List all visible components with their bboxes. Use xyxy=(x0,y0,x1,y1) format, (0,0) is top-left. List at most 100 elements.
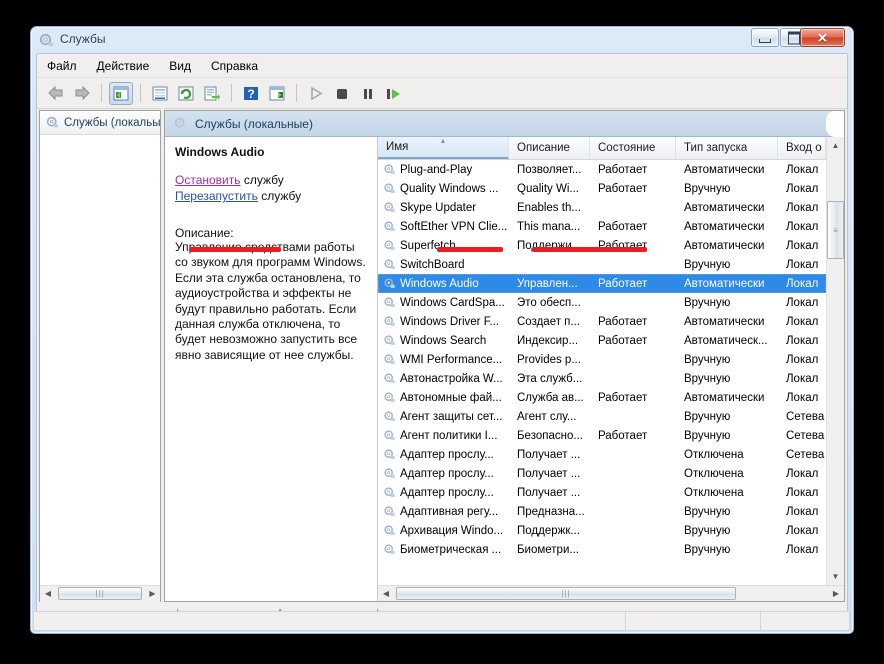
minimize-icon xyxy=(759,38,771,43)
listview-hscroll-thumb[interactable]: ||| xyxy=(396,586,736,600)
tree-horizontal-scrollbar[interactable]: ◀ ||| ▶ xyxy=(40,585,161,602)
stop-service-suffix: службу xyxy=(240,173,284,187)
refresh-icon[interactable] xyxy=(174,82,198,105)
cell-startup: Автоматически xyxy=(684,315,765,328)
cell-desc: Управлен... xyxy=(517,277,578,290)
cell-startup: Автоматически xyxy=(684,239,765,252)
cell-name: Адаптер прослу... xyxy=(378,448,509,461)
close-button[interactable]: ✕ xyxy=(800,28,845,47)
table-row[interactable]: Windows Audio Управлен... Работает Автомати… xyxy=(378,274,826,293)
status-bar xyxy=(33,611,851,631)
table-row[interactable]: Quality Windows ... Quality Wi... Работает… xyxy=(378,179,826,198)
cell-desc: Это обесп... xyxy=(517,296,581,309)
scroll-right-icon[interactable]: ▶ xyxy=(828,585,844,601)
pause-service-icon[interactable] xyxy=(356,82,380,105)
tree-hscroll-track[interactable]: ||| xyxy=(56,585,145,602)
table-row[interactable]: Биометрическая ... Биометри... Вручную Лока… xyxy=(378,540,826,559)
table-row[interactable]: SwitchBoard Вручную Локал xyxy=(378,255,826,274)
service-gear-icon xyxy=(384,240,395,250)
selected-service-name: Windows Audio xyxy=(175,145,265,159)
column-header-4[interactable]: Вход о xyxy=(778,137,826,159)
description-text: Управление средствами работы со звуком д… xyxy=(175,240,366,362)
cell-startup: Автоматически xyxy=(684,220,765,233)
table-row[interactable]: Plug-and-Play Позволяет... Работает Автомат… xyxy=(378,160,826,179)
listview-horizontal-scrollbar[interactable]: ◀ ||| ▶ xyxy=(378,585,844,601)
export-list-icon[interactable] xyxy=(200,82,224,105)
listview-hscroll-track[interactable]: ||| xyxy=(394,585,828,601)
menu-item-help[interactable]: Справка xyxy=(211,59,258,73)
column-header-2[interactable]: Состояние xyxy=(590,137,676,159)
cell-name: Адаптер прослу... xyxy=(378,486,509,499)
table-row[interactable]: Адаптер прослу... Получает ... Отключена Ло… xyxy=(378,483,826,502)
table-row[interactable]: Автонастройка W... Эта служб... Вручную Лок… xyxy=(378,369,826,388)
services-gear-icon xyxy=(46,116,59,128)
cell-startup: Вручную xyxy=(684,505,731,518)
stop-service-link[interactable]: Остановить xyxy=(175,173,241,187)
cell-desc: Получает ... xyxy=(517,448,581,461)
menu-item-action[interactable]: Действие xyxy=(97,59,150,73)
tree-root-label[interactable]: Службы (локальы xyxy=(64,117,160,129)
table-row[interactable]: Windows CardSpa... Это обесп... Вручную Лок… xyxy=(378,293,826,312)
minimize-button[interactable] xyxy=(751,28,779,47)
table-row[interactable]: Адаптер прослу... Получает ... Отключена Ло… xyxy=(378,464,826,483)
cell-startup: Вручную xyxy=(684,524,731,537)
service-name-text: Windows Audio xyxy=(400,277,479,290)
table-row[interactable]: Автономные фай... Служба ав... Работает Авт… xyxy=(378,388,826,407)
back-icon[interactable] xyxy=(44,82,68,105)
cell-desc: Служба ав... xyxy=(517,391,584,404)
service-gear-icon xyxy=(384,316,395,326)
restart-service-icon[interactable] xyxy=(382,82,406,105)
table-row[interactable]: Superfetch Поддержи... Работает Автоматичес… xyxy=(378,236,826,255)
service-name-text: Windows CardSpa... xyxy=(400,296,505,309)
column-header-1[interactable]: Описание xyxy=(509,137,590,159)
table-row[interactable]: Windows Driver F... Создает п... Работает А… xyxy=(378,312,826,331)
table-row[interactable]: WMI Performance... Provides p... Вручную Ло… xyxy=(378,350,826,369)
menu-item-view[interactable]: Вид xyxy=(169,59,191,73)
service-gear-icon xyxy=(384,411,395,421)
table-row[interactable]: Архивация Windo... Поддержк... Вручную Лока… xyxy=(378,521,826,540)
cell-name: Windows Search xyxy=(378,334,509,347)
cell-logon: Локал xyxy=(786,391,819,404)
table-row[interactable]: Адаптивная регу... Предназна... Вручную Лок… xyxy=(378,502,826,521)
menu-bar: Файл Действие Вид Справка xyxy=(37,54,847,78)
scroll-left-icon[interactable]: ◀ xyxy=(40,585,56,602)
cell-logon: Локал xyxy=(786,543,819,556)
column-header-0[interactable]: Имя ▲ xyxy=(378,137,509,159)
listview-vertical-scrollbar[interactable]: ▲ ≡ ▼ xyxy=(826,137,844,585)
properties-icon[interactable] xyxy=(148,82,172,105)
cell-logon: Локал xyxy=(786,524,819,537)
scroll-down-icon[interactable]: ▼ xyxy=(827,568,844,585)
service-name-text: Агент политики I... xyxy=(400,429,498,442)
restart-service-suffix: службу xyxy=(257,189,302,203)
menu-item-file[interactable]: Файл xyxy=(47,59,77,73)
table-row[interactable]: Skype Updater Enables th... Автоматически Л… xyxy=(378,198,826,217)
table-row[interactable]: Windows Search Индексир... Работает Автомат… xyxy=(378,331,826,350)
stop-service-icon[interactable] xyxy=(330,82,354,105)
scroll-right-icon[interactable]: ▶ xyxy=(144,585,161,602)
scroll-left-icon[interactable]: ◀ xyxy=(378,585,394,601)
table-row[interactable]: Агент защиты сет... Агент слу... Вручную Се… xyxy=(378,407,826,426)
help-icon[interactable]: ? xyxy=(239,82,263,105)
column-header-3[interactable]: Тип запуска xyxy=(676,137,778,159)
show-hide-tree-icon[interactable] xyxy=(109,81,133,105)
scroll-up-icon[interactable]: ▲ xyxy=(827,137,844,154)
service-name-text: Адаптер прослу... xyxy=(400,486,494,499)
forward-icon[interactable] xyxy=(70,82,94,105)
sort-ascending-icon: ▲ xyxy=(439,138,447,145)
restart-service-link[interactable]: Перезапустить xyxy=(175,189,258,203)
show-action-pane-icon[interactable] xyxy=(265,82,289,105)
vscroll-thumb[interactable]: ≡ xyxy=(827,201,844,259)
cell-desc: Provides p... xyxy=(517,353,581,366)
details-header-label: Службы (локальные) xyxy=(195,116,313,131)
table-row[interactable]: Агент политики I... Безопасно... Работает В… xyxy=(378,426,826,445)
table-row[interactable]: SoftEther VPN Clie... This mana... Работае… xyxy=(378,217,826,236)
cell-logon: Локал xyxy=(786,372,819,385)
table-row[interactable]: Адаптер прослу... Получает ... Отключена Се… xyxy=(378,445,826,464)
annotation-underline-startup-type xyxy=(532,247,647,252)
cell-desc: Поддержк... xyxy=(517,524,580,537)
cell-name: Агент политики I... xyxy=(378,429,509,442)
tree-body[interactable] xyxy=(40,135,161,585)
column-header-label: Имя xyxy=(386,141,409,153)
tree-hscroll-thumb[interactable]: ||| xyxy=(58,586,143,600)
cell-startup: Автоматически xyxy=(684,277,765,290)
